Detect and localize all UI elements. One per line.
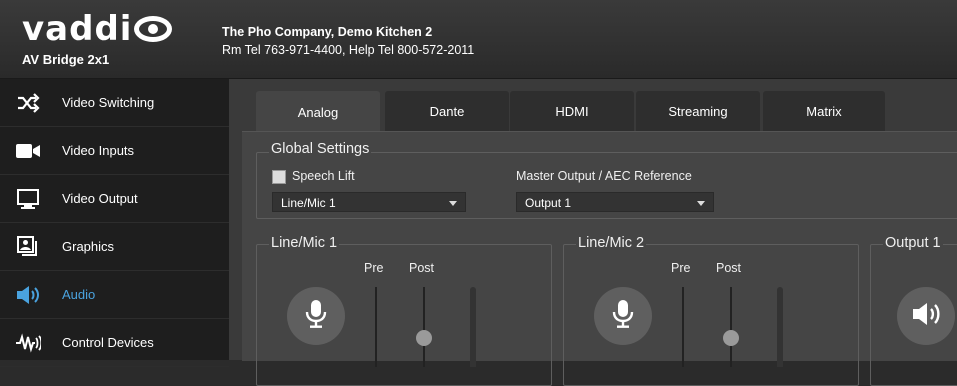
tab-streaming[interactable]: Streaming — [636, 91, 760, 131]
sidebar-item-label: Video Switching — [62, 95, 155, 110]
microphone-icon — [305, 299, 327, 334]
post-gain-slider[interactable] — [730, 287, 732, 367]
pre-gain-slider[interactable] — [375, 287, 377, 367]
speaker-icon — [911, 301, 941, 332]
sidebar-item-video-output[interactable]: Video Output — [0, 175, 229, 223]
sidebar-item-audio[interactable]: Audio — [0, 271, 229, 319]
level-meter — [777, 287, 783, 367]
output-1-title: Output 1 — [883, 235, 943, 251]
brand-text: vaddi — [22, 9, 133, 49]
line-mic-1-title: Line/Mic 1 — [269, 235, 340, 251]
master-output-value: Output 1 — [525, 196, 572, 210]
output-1-mute-button[interactable] — [897, 287, 955, 345]
speaker-icon — [14, 282, 42, 308]
header: vaddi AV Bridge 2x1 The Pho Company, Dem… — [0, 0, 957, 79]
post-gain-thumb[interactable] — [723, 330, 739, 346]
control-devices-icon — [14, 330, 42, 356]
sidebar: Video Switching Video Inputs Video Outpu… — [0, 79, 229, 367]
pre-label: Pre — [364, 261, 384, 275]
post-gain-slider[interactable] — [423, 287, 425, 367]
level-meter — [470, 287, 476, 367]
speech-lift-label: Speech Lift — [292, 169, 355, 183]
input-select[interactable]: Line/Mic 1 — [272, 192, 466, 212]
sidebar-item-label: Video Inputs — [62, 143, 135, 158]
pre-gain-slider[interactable] — [682, 287, 684, 367]
video-camera-icon — [14, 138, 42, 164]
vaddio-logo: vaddi — [22, 9, 173, 49]
line-mic-2-title: Line/Mic 2 — [576, 235, 647, 251]
microphone-icon — [612, 299, 634, 334]
graphics-icon — [14, 234, 42, 260]
pre-label: Pre — [671, 261, 691, 275]
room-phone: Rm Tel 763-971-4400, Help Tel 800-572-20… — [222, 43, 475, 57]
logo-o-icon — [134, 16, 173, 42]
main-content: Analog Dante HDMI Streaming Matrix Globa… — [229, 79, 957, 386]
product-name: AV Bridge 2x1 — [22, 52, 110, 67]
input-select-value: Line/Mic 1 — [281, 196, 336, 210]
global-settings-title: Global Settings — [269, 141, 372, 157]
shuffle-icon — [14, 90, 42, 116]
mic-1-mute-button[interactable] — [287, 287, 345, 345]
monitor-icon — [14, 186, 42, 212]
sidebar-item-label: Video Output — [62, 191, 138, 206]
post-label: Post — [409, 261, 435, 275]
tab-hdmi[interactable]: HDMI — [510, 91, 634, 131]
sidebar-item-graphics[interactable]: Graphics — [0, 223, 229, 271]
sidebar-item-label: Graphics — [62, 239, 115, 254]
room-name: The Pho Company, Demo Kitchen 2 — [222, 25, 433, 39]
tab-dante[interactable]: Dante — [385, 91, 509, 131]
chevron-down-icon — [449, 201, 457, 206]
post-label: Post — [716, 261, 742, 275]
post-gain-thumb[interactable] — [416, 330, 432, 346]
master-output-label: Master Output / AEC Reference — [516, 169, 692, 183]
mic-2-mute-button[interactable] — [594, 287, 652, 345]
sidebar-item-video-switching[interactable]: Video Switching — [0, 79, 229, 127]
sidebar-item-label: Control Devices — [62, 335, 154, 350]
speech-lift-checkbox[interactable] — [272, 170, 286, 184]
sidebar-item-label: Audio — [62, 287, 96, 302]
tab-analog[interactable]: Analog — [256, 91, 380, 134]
sidebar-item-video-inputs[interactable]: Video Inputs — [0, 127, 229, 175]
master-output-select[interactable]: Output 1 — [516, 192, 714, 212]
chevron-down-icon — [697, 201, 705, 206]
tab-matrix[interactable]: Matrix — [763, 91, 885, 131]
analog-panel: Global Settings Speech Lift Master Outpu… — [242, 131, 957, 386]
